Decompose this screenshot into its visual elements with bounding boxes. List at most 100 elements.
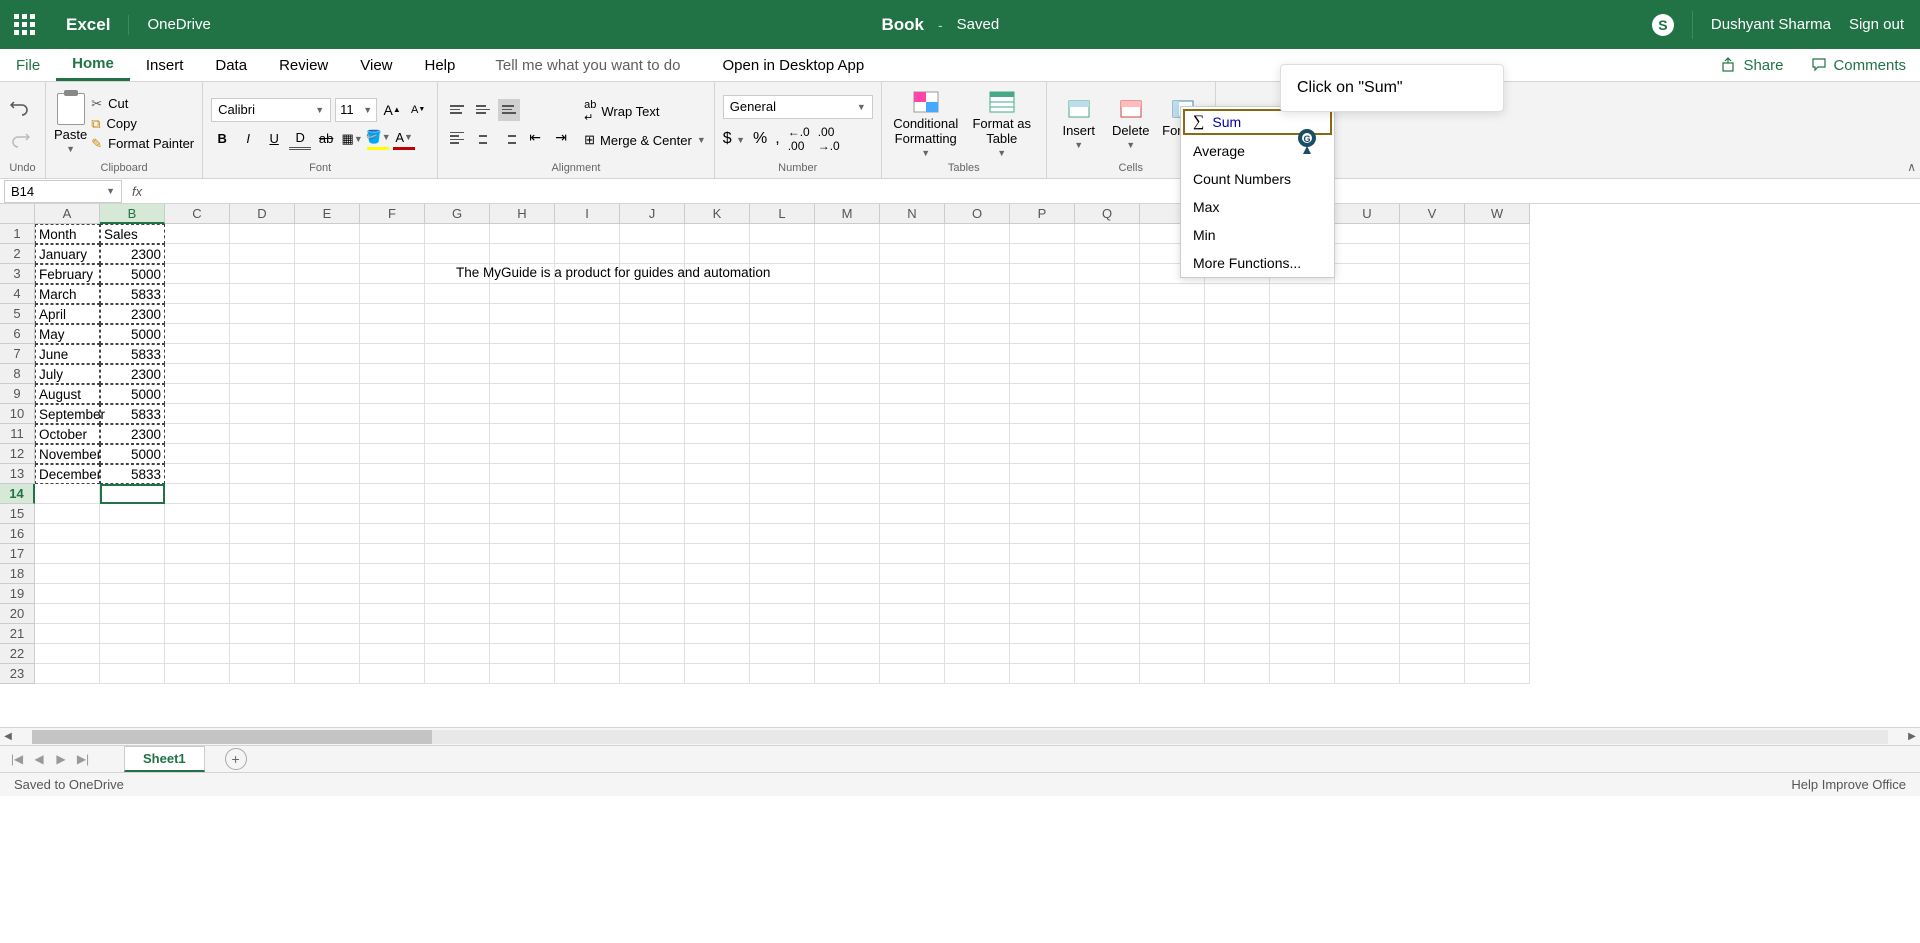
cell[interactable]	[620, 524, 685, 544]
cell[interactable]	[1075, 244, 1140, 264]
cell[interactable]	[165, 564, 230, 584]
cell[interactable]: May	[35, 324, 100, 344]
cell[interactable]	[750, 524, 815, 544]
cell[interactable]	[880, 284, 945, 304]
cell[interactable]	[230, 524, 295, 544]
cell[interactable]	[620, 504, 685, 524]
cell[interactable]	[425, 584, 490, 604]
sign-out-link[interactable]: Sign out	[1849, 16, 1904, 33]
row-header[interactable]: 3	[0, 264, 35, 284]
cell[interactable]	[1335, 564, 1400, 584]
row-header[interactable]: 9	[0, 384, 35, 404]
row-header[interactable]: 1	[0, 224, 35, 244]
cell[interactable]	[165, 504, 230, 524]
formula-input[interactable]	[148, 180, 1920, 203]
cell[interactable]	[1205, 464, 1270, 484]
cell[interactable]	[750, 404, 815, 424]
row-header[interactable]: 4	[0, 284, 35, 304]
cell[interactable]	[555, 644, 620, 664]
column-header[interactable]: O	[945, 204, 1010, 224]
cell[interactable]	[1335, 404, 1400, 424]
cell[interactable]	[165, 324, 230, 344]
cell[interactable]	[1400, 464, 1465, 484]
cell[interactable]	[295, 524, 360, 544]
cell[interactable]	[555, 484, 620, 504]
cell[interactable]	[750, 564, 815, 584]
cell[interactable]	[1465, 284, 1530, 304]
cell[interactable]	[945, 624, 1010, 644]
font-color-button[interactable]: A▼	[393, 128, 415, 150]
cell[interactable]	[880, 544, 945, 564]
cell[interactable]	[880, 484, 945, 504]
cell[interactable]	[1400, 484, 1465, 504]
cell[interactable]	[1205, 624, 1270, 644]
cell[interactable]	[1270, 384, 1335, 404]
cell[interactable]	[685, 544, 750, 564]
cell[interactable]	[230, 444, 295, 464]
cell[interactable]	[620, 324, 685, 344]
skype-icon[interactable]: S	[1652, 14, 1674, 36]
cell[interactable]	[750, 324, 815, 344]
cell[interactable]	[1010, 304, 1075, 324]
tab-review[interactable]: Review	[263, 49, 344, 81]
cell[interactable]	[165, 464, 230, 484]
cell[interactable]	[815, 264, 880, 284]
cell[interactable]	[880, 524, 945, 544]
cell[interactable]	[750, 464, 815, 484]
cell[interactable]	[295, 624, 360, 644]
merge-center-button[interactable]: ⊞ Merge & Center ▼	[584, 132, 706, 148]
cell[interactable]: 5833	[100, 344, 165, 364]
cell[interactable]	[360, 564, 425, 584]
row-header[interactable]: 14	[0, 484, 35, 504]
cell[interactable]	[360, 424, 425, 444]
cell[interactable]	[360, 244, 425, 264]
cell[interactable]	[230, 564, 295, 584]
cell[interactable]	[360, 324, 425, 344]
cell[interactable]	[230, 424, 295, 444]
cell[interactable]	[425, 424, 490, 444]
cell[interactable]	[880, 604, 945, 624]
cell[interactable]: 5833	[100, 464, 165, 484]
row-header[interactable]: 12	[0, 444, 35, 464]
column-header[interactable]: V	[1400, 204, 1465, 224]
cell[interactable]	[490, 424, 555, 444]
cell[interactable]	[555, 624, 620, 644]
cell[interactable]	[1140, 644, 1205, 664]
cell[interactable]	[750, 584, 815, 604]
cell[interactable]	[165, 444, 230, 464]
cell[interactable]	[1075, 404, 1140, 424]
cell[interactable]	[1270, 484, 1335, 504]
cell[interactable]	[1140, 404, 1205, 424]
cell[interactable]	[425, 504, 490, 524]
cell[interactable]	[555, 284, 620, 304]
row-header[interactable]: 8	[0, 364, 35, 384]
cell[interactable]	[880, 224, 945, 244]
cell[interactable]	[1075, 504, 1140, 524]
cell[interactable]	[945, 544, 1010, 564]
cell[interactable]	[35, 664, 100, 684]
cell[interactable]	[945, 504, 1010, 524]
cell[interactable]	[230, 384, 295, 404]
cell[interactable]	[230, 504, 295, 524]
cell[interactable]	[425, 624, 490, 644]
cell[interactable]	[1075, 464, 1140, 484]
cell[interactable]	[620, 424, 685, 444]
cell[interactable]	[1205, 364, 1270, 384]
cell[interactable]	[1205, 584, 1270, 604]
cell[interactable]	[1400, 664, 1465, 684]
cell[interactable]	[1335, 524, 1400, 544]
status-right[interactable]: Help Improve Office	[1791, 777, 1906, 792]
fx-label[interactable]: fx	[126, 184, 148, 199]
align-bottom-button[interactable]	[498, 99, 520, 121]
cell[interactable]	[620, 544, 685, 564]
cell[interactable]	[1400, 544, 1465, 564]
cell[interactable]	[1465, 364, 1530, 384]
cell[interactable]	[360, 624, 425, 644]
cell[interactable]	[1205, 284, 1270, 304]
cell[interactable]	[1465, 544, 1530, 564]
cell[interactable]	[295, 324, 360, 344]
cell[interactable]	[295, 464, 360, 484]
cell[interactable]	[35, 564, 100, 584]
cell[interactable]	[360, 604, 425, 624]
cell[interactable]	[1010, 384, 1075, 404]
